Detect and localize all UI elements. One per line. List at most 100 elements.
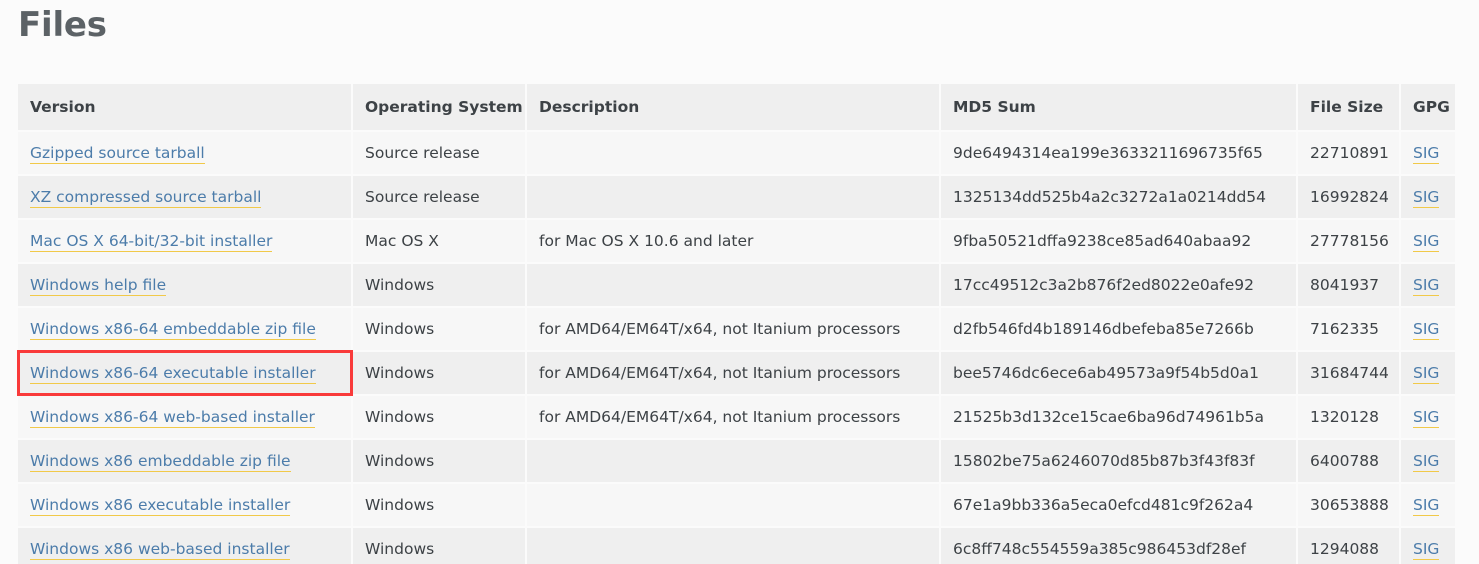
gpg-sig-link[interactable]: SIG [1413,408,1440,428]
cell-md5-sum: bee5746dc6ece6ab49573a9f54b5d0a1 [940,351,1298,396]
cell-operating-system: Windows [352,351,527,396]
cell-operating-system: Windows [352,527,527,564]
cell-file-size: 1294088 [1297,527,1401,564]
cell-operating-system: Source release [352,175,527,220]
gpg-sig-link[interactable]: SIG [1413,188,1440,208]
table-header-row: Version Operating System Description MD5… [18,84,1455,132]
column-header-md5: MD5 Sum [940,84,1298,132]
cell-operating-system: Windows [352,307,527,352]
column-header-gpg: GPG [1400,84,1455,132]
cell-description: for AMD64/EM64T/x64, not Itanium process… [526,307,941,352]
cell-md5-sum: 15802be75a6246070d85b87b3f43f83f [940,439,1298,484]
cell-description [526,483,941,528]
files-page: Files Version Operating System Descripti… [0,0,1479,564]
files-table: Version Operating System Description MD5… [18,84,1455,564]
version-download-link[interactable]: XZ compressed source tarball [30,188,262,208]
table-row: Windows x86-64 executable installer Windo… [18,351,1455,396]
cell-version: Mac OS X 64-bit/32-bit installer [18,219,353,264]
cell-md5-sum: 21525b3d132ce15cae6ba96d74961b5a [940,395,1298,440]
cell-operating-system: Windows [352,263,527,308]
cell-operating-system: Windows [352,439,527,484]
column-header-os: Operating System [352,84,527,132]
cell-file-size: 1320128 [1297,395,1401,440]
cell-gpg: SIG [1400,175,1455,220]
version-download-link[interactable]: Windows x86-64 embeddable zip file [30,320,316,340]
cell-description [526,527,941,564]
cell-md5-sum: d2fb546fd4b189146dbefeba85e7266b [940,307,1298,352]
table-row: Windows help file Windows 17cc49512c3a2b87… [18,263,1455,308]
cell-description: for Mac OS X 10.6 and later [526,219,941,264]
cell-version: Gzipped source tarball [18,131,353,176]
cell-operating-system: Mac OS X [352,219,527,264]
cell-md5-sum: 1325134dd525b4a2c3272a1a0214dd54 [940,175,1298,220]
column-header-description: Description [526,84,941,132]
cell-file-size: 7162335 [1297,307,1401,352]
cell-version: Windows x86-64 web-based installer [18,395,353,440]
cell-description: for AMD64/EM64T/x64, not Itanium process… [526,351,941,396]
gpg-sig-link[interactable]: SIG [1413,320,1440,340]
cell-version: Windows x86-64 embeddable zip file [18,307,353,352]
cell-description [526,175,941,220]
gpg-sig-link[interactable]: SIG [1413,276,1440,296]
version-download-link[interactable]: Mac OS X 64-bit/32-bit installer [30,232,273,252]
gpg-sig-link[interactable]: SIG [1413,232,1440,252]
table-row: Gzipped source tarball Source release 9de6… [18,131,1455,176]
table-row: Mac OS X 64-bit/32-bit installer Mac OS X… [18,219,1455,264]
gpg-sig-link[interactable]: SIG [1413,452,1440,472]
cell-gpg: SIG [1400,351,1455,396]
gpg-sig-link[interactable]: SIG [1413,364,1440,384]
gpg-sig-link[interactable]: SIG [1413,496,1440,516]
cell-file-size: 8041937 [1297,263,1401,308]
cell-gpg: SIG [1400,483,1455,528]
cell-operating-system: Windows [352,395,527,440]
table-row: Windows x86-64 web-based installer Window… [18,395,1455,440]
cell-description [526,131,941,176]
table-row: Windows x86 embeddable zip file Windows 15… [18,439,1455,484]
cell-md5-sum: 9de6494314ea199e3633211696735f65 [940,131,1298,176]
cell-file-size: 30653888 [1297,483,1401,528]
version-download-link[interactable]: Windows help file [30,276,167,296]
gpg-sig-link[interactable]: SIG [1413,540,1440,560]
gpg-sig-link[interactable]: SIG [1413,144,1440,164]
column-header-version: Version [18,84,353,132]
cell-file-size: 31684744 [1297,351,1401,396]
cell-md5-sum: 6c8ff748c554559a385c986453df28ef [940,527,1298,564]
column-header-filesize: File Size [1297,84,1401,132]
version-download-link[interactable]: Gzipped source tarball [30,144,205,164]
cell-gpg: SIG [1400,219,1455,264]
table-row: Windows x86 executable installer Windows 6… [18,483,1455,528]
version-download-link[interactable]: Windows x86 executable installer [30,496,291,516]
files-table-container: Version Operating System Description MD5… [18,84,1455,564]
cell-description [526,439,941,484]
cell-operating-system: Source release [352,131,527,176]
cell-description: for AMD64/EM64T/x64, not Itanium process… [526,395,941,440]
version-download-link[interactable]: Windows x86 web-based installer [30,540,290,560]
cell-version: Windows help file [18,263,353,308]
cell-version: XZ compressed source tarball [18,175,353,220]
version-download-link[interactable]: Windows x86 embeddable zip file [30,452,291,472]
cell-gpg: SIG [1400,527,1455,564]
cell-gpg: SIG [1400,439,1455,484]
files-table-head: Version Operating System Description MD5… [18,84,1455,132]
cell-file-size: 6400788 [1297,439,1401,484]
cell-version: Windows x86 embeddable zip file [18,439,353,484]
files-table-body: Gzipped source tarball Source release 9de6… [18,131,1455,564]
cell-md5-sum: 17cc49512c3a2b876f2ed8022e0afe92 [940,263,1298,308]
table-row: XZ compressed source tarball Source relea… [18,175,1455,220]
cell-gpg: SIG [1400,395,1455,440]
cell-md5-sum: 9fba50521dffa9238ce85ad640abaa92 [940,219,1298,264]
cell-version: Windows x86-64 executable installer [18,351,353,396]
cell-gpg: SIG [1400,131,1455,176]
cell-description [526,263,941,308]
cell-file-size: 22710891 [1297,131,1401,176]
cell-operating-system: Windows [352,483,527,528]
cell-version: Windows x86 web-based installer [18,527,353,564]
cell-version: Windows x86 executable installer [18,483,353,528]
page-title: Files [18,5,107,45]
version-download-link[interactable]: Windows x86-64 web-based installer [30,408,315,428]
cell-gpg: SIG [1400,307,1455,352]
cell-file-size: 27778156 [1297,219,1401,264]
cell-gpg: SIG [1400,263,1455,308]
version-download-link[interactable]: Windows x86-64 executable installer [30,364,316,384]
cell-file-size: 16992824 [1297,175,1401,220]
